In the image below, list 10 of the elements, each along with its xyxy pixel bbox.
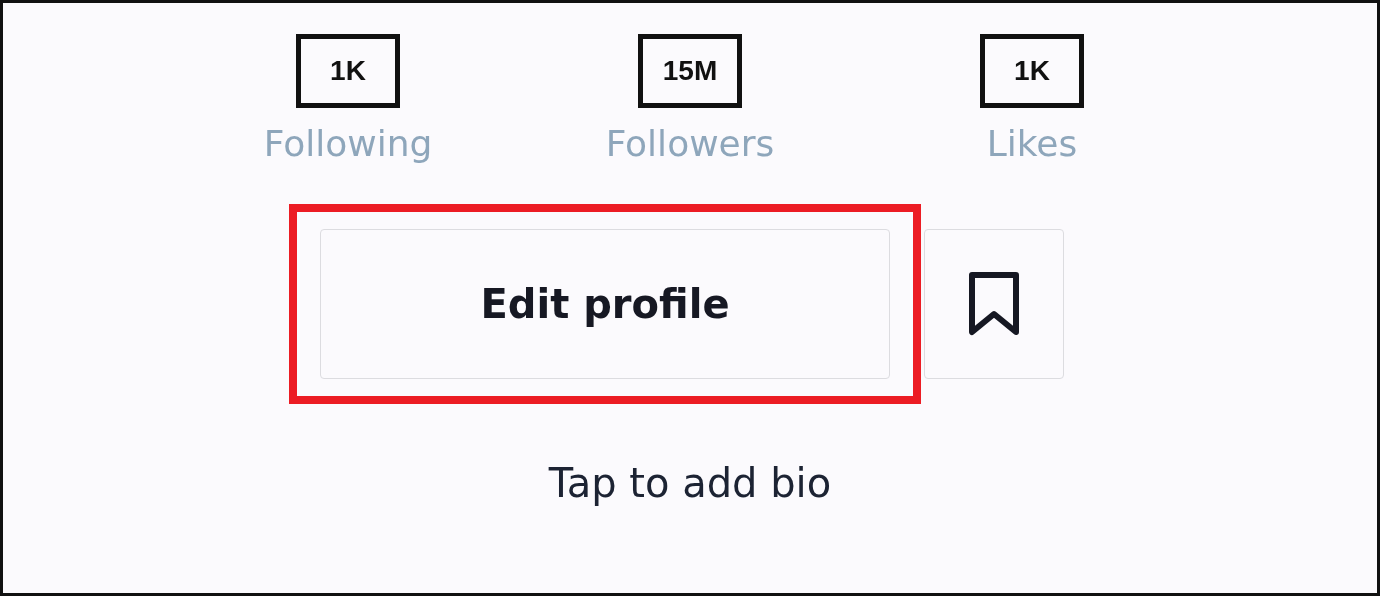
bio-placeholder[interactable]: Tap to add bio — [548, 460, 832, 506]
stat-label: Likes — [986, 122, 1078, 166]
stat-count: 15M — [638, 34, 742, 108]
bookmark-button[interactable] — [924, 229, 1064, 379]
stat-count: 1K — [296, 34, 400, 108]
bookmark-icon — [967, 271, 1021, 337]
stat-count: 1K — [980, 34, 1084, 108]
stat-label: Following — [263, 122, 433, 166]
stat-label: Followers — [605, 122, 775, 166]
edit-profile-button[interactable]: Edit profile — [320, 229, 890, 379]
